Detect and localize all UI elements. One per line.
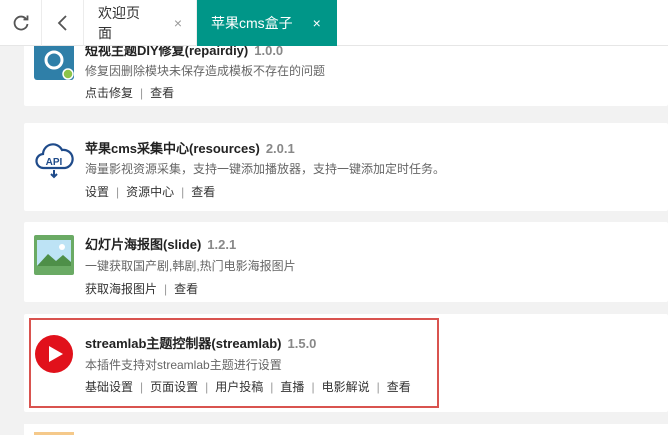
- tab-bar: 欢迎页面 × 苹果cms盒子 ×: [0, 0, 668, 46]
- plugin-description: 海量影视资源采集，支持一键添加播放器，支持一键添加定时任务。: [85, 162, 446, 176]
- repair-app-icon: [34, 46, 74, 80]
- plugin-card-resources: API 苹果cms采集中心(resources) 2.0.1 海量影视资源采集，支…: [24, 123, 668, 211]
- separator: |: [311, 380, 315, 394]
- settings-link[interactable]: 设置: [85, 185, 109, 199]
- tab-welcome-label: 欢迎页面: [98, 5, 140, 41]
- api-icon: API: [35, 143, 74, 179]
- view-link[interactable]: 查看: [191, 185, 215, 199]
- separator: |: [116, 185, 120, 199]
- separator: |: [205, 380, 209, 394]
- plugin-title: 苹果cms采集中心(resources) 2.0.1: [85, 138, 295, 157]
- plugin-list[interactable]: 短视主题DIY修复(repairdiy) 1.0.0 修复因删除模块未保存造成模板…: [0, 46, 668, 435]
- live-link[interactable]: 直播: [280, 380, 304, 394]
- separator: |: [270, 380, 274, 394]
- plugin-description: 一键获取国产剧,韩剧,热门电影海报图片: [85, 259, 296, 273]
- svg-text:API: API: [46, 157, 63, 168]
- tab-maccms-box-label: 苹果cms盒子: [211, 15, 293, 31]
- refresh-icon: [13, 15, 28, 31]
- tab-maccms-box[interactable]: 苹果cms盒子 ×: [197, 0, 337, 46]
- plugin-description: 本插件支持对streamlab主题进行设置: [85, 358, 282, 372]
- plugin-card-slide: 幻灯片海报图(slide) 1.2.1 一键获取国产剧,韩剧,热门电影海报图片 获…: [24, 222, 668, 302]
- plugin-actions: 设置 | 资源中心 | 查看: [85, 183, 215, 200]
- plugin-description: 修复因删除模块未保存造成模板不存在的问题: [85, 64, 326, 78]
- plugin-title: 短视主题DIY修复(repairdiy) 1.0.0: [85, 46, 283, 59]
- plugin-name: 短视主题DIY修复(repairdiy): [85, 46, 249, 58]
- separator: |: [140, 86, 144, 100]
- plugin-name: 苹果cms采集中心(resources): [85, 141, 260, 156]
- resource-center-link[interactable]: 资源中心: [126, 185, 174, 199]
- plugin-card-repairdiy: 短视主题DIY修复(repairdiy) 1.0.0 修复因删除模块未保存造成模板…: [24, 46, 668, 106]
- view-link[interactable]: 查看: [150, 86, 174, 100]
- plugin-actions: 获取海报图片 | 查看: [85, 280, 198, 297]
- view-link[interactable]: 查看: [387, 380, 411, 394]
- plugin-card-partial: [24, 424, 668, 435]
- play-icon: [35, 335, 73, 373]
- repair-link[interactable]: 点击修复: [85, 86, 133, 100]
- plugin-name: 幻灯片海报图(slide): [85, 237, 202, 252]
- tab-bar-spacer: [337, 0, 668, 45]
- separator: |: [164, 282, 168, 296]
- close-icon[interactable]: ×: [313, 15, 321, 31]
- get-poster-link[interactable]: 获取海报图片: [85, 282, 157, 296]
- plugin-title: 幻灯片海报图(slide) 1.2.1: [85, 234, 236, 253]
- image-icon: [34, 235, 74, 275]
- left-gutter: [0, 46, 24, 435]
- chevron-left-icon: [57, 15, 67, 31]
- plugin-version: 1.0.0: [254, 46, 284, 58]
- back-button[interactable]: [42, 0, 84, 46]
- plugin-title: streamlab主题控制器(streamlab) 1.5.0: [85, 333, 316, 352]
- tab-welcome[interactable]: 欢迎页面 ×: [84, 0, 197, 46]
- plugin-version: 1.2.1: [207, 237, 237, 252]
- separator: |: [181, 185, 185, 199]
- page-settings-link[interactable]: 页面设置: [150, 380, 198, 394]
- separator: |: [376, 380, 380, 394]
- movie-commentary-link[interactable]: 电影解说: [322, 380, 370, 394]
- plugin-version: 1.5.0: [287, 336, 317, 351]
- basic-settings-link[interactable]: 基础设置: [85, 380, 133, 394]
- plugin-name: streamlab主题控制器(streamlab): [85, 336, 282, 351]
- separator: |: [140, 380, 144, 394]
- user-submit-link[interactable]: 用户投稿: [215, 380, 263, 394]
- view-link[interactable]: 查看: [174, 282, 198, 296]
- plugin-version: 2.0.1: [265, 141, 295, 156]
- plugin-actions: 点击修复 | 查看: [85, 84, 174, 101]
- close-icon[interactable]: ×: [174, 15, 182, 31]
- plugin-card-streamlab: streamlab主题控制器(streamlab) 1.5.0 本插件支持对str…: [24, 314, 668, 412]
- refresh-button[interactable]: [0, 0, 42, 46]
- plugin-actions: 基础设置 | 页面设置 | 用户投稿 | 直播 | 电影解说 | 查看: [85, 378, 411, 395]
